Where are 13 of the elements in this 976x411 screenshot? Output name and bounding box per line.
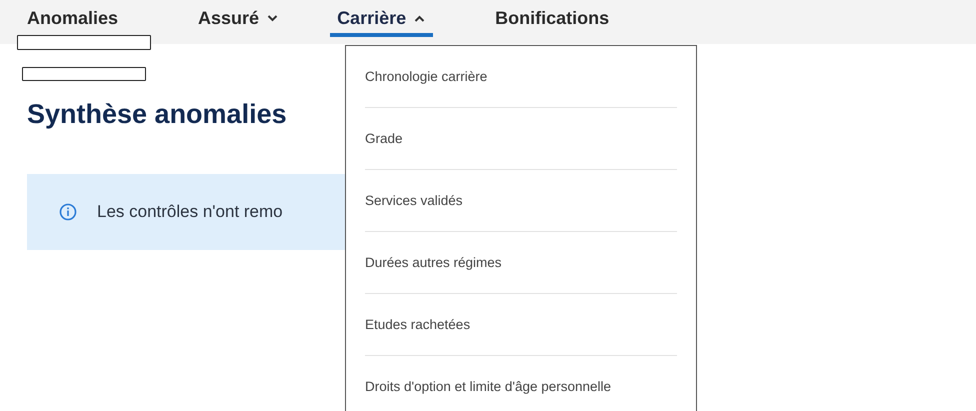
menu-item[interactable]: Etudes rachetées [365,306,470,343]
nav-tab[interactable]: Carrière [330,0,434,37]
nav-tab[interactable]: Assuré [198,0,278,37]
menu-item[interactable]: Durées autres régimes [365,244,502,281]
menu-item[interactable]: Chronologie carrière [365,58,488,95]
menu-item[interactable]: Grade [365,120,403,157]
info-icon [59,203,77,221]
nav-tab[interactable]: Anomalies [27,0,118,37]
info-message: Les contrôles n'ont remo [97,202,283,222]
page-title: Synthèse anomalies [27,99,287,130]
nav-tab[interactable]: Bonifications [495,0,610,37]
menu-item[interactable]: Droits d'option et limite d'âge personnelle [365,368,612,405]
menu-item[interactable]: Services validés [365,182,463,219]
